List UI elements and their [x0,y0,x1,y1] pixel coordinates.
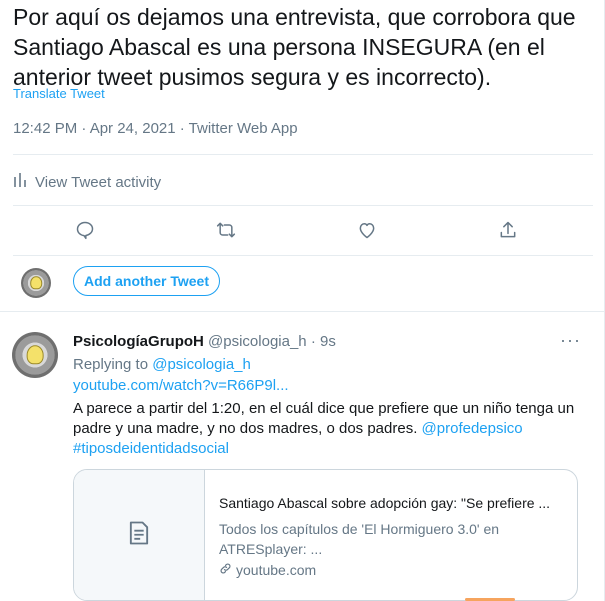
document-icon [125,519,153,552]
youtube-link[interactable]: youtube.com/watch?v=R66P9l... [73,377,289,394]
author-handle[interactable]: @psicologia_h · 9s [208,333,336,350]
author-name[interactable]: PsicologíaGrupoH [73,333,204,350]
mention-link[interactable]: @profedepsico [422,420,523,437]
card-description: Todos los capítulos de 'El Hormiguero 3.… [219,521,500,557]
divider [0,311,604,312]
share-icon[interactable] [496,218,520,242]
divider [13,255,593,256]
card-thumbnail [74,470,205,600]
link-icon [219,562,232,578]
activity-label: View Tweet activity [35,173,162,191]
divider [13,154,593,155]
avatar[interactable] [21,268,51,298]
tweet-text: Por aquí os dejamos una entrevista, que … [13,4,576,90]
like-icon[interactable] [355,218,379,242]
view-tweet-activity[interactable]: View Tweet activity [13,172,161,192]
tweet-meta[interactable]: 12:42 PM · Apr 24, 2021 · Twitter Web Ap… [13,120,298,137]
reply-header: PsicologíaGrupoH @psicologia_h · 9s [73,332,588,352]
retweet-icon[interactable] [214,218,238,242]
analytics-icon [13,172,27,192]
avatar[interactable] [12,332,58,378]
hashtag-link[interactable]: #tiposdeidentidadsocial [73,440,229,457]
add-another-tweet-button[interactable]: Add another Tweet [73,266,220,296]
replying-handle-link[interactable]: @psicologia_h [152,356,251,373]
divider [13,205,593,206]
more-icon[interactable]: ··· [560,330,581,351]
link-preview-card[interactable]: Santiago Abascal sobre adopción gay: "Se… [73,469,578,601]
reply-text: A parece a partir del 1:20, en el cuál d… [73,400,575,457]
card-domain: youtube.com [219,562,316,578]
reply-icon[interactable] [73,218,97,242]
replying-to: Replying to @psicologia_h [73,356,251,373]
card-title: Santiago Abascal sobre adopción gay: "Se… [219,495,551,511]
translate-tweet-link[interactable]: Translate Tweet [13,86,105,101]
tweet-actions [0,218,605,244]
